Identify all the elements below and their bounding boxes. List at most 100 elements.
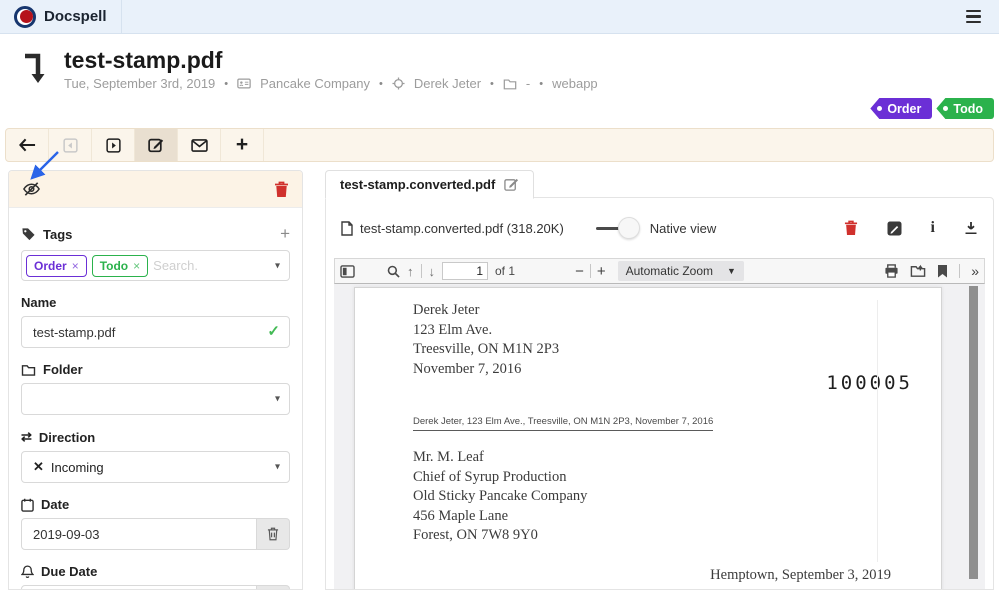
date-label: Date (21, 497, 290, 512)
tag-badge-label: Order (887, 102, 921, 116)
clear-date-trash-icon[interactable] (257, 518, 290, 550)
tag-pill-order[interactable]: Order× (26, 255, 87, 277)
name-field-wrap: ✓ (21, 316, 290, 348)
direction-select[interactable]: ✕ Incoming ▾ (21, 451, 290, 483)
brand-name: Docspell (44, 8, 107, 25)
info-icon[interactable]: i (931, 219, 935, 237)
attachment-file-link[interactable]: test-stamp.converted.pdf (318.20K) (341, 221, 564, 236)
tag-hole (943, 106, 948, 111)
download-icon[interactable] (964, 221, 978, 235)
zoom-level-select[interactable]: Automatic Zoom ▼ (618, 261, 744, 281)
tags-search-placeholder: Search. (153, 258, 198, 273)
back-button[interactable] (6, 129, 49, 161)
hamburger-menu-icon[interactable] (962, 6, 985, 27)
pdf-scrollbar[interactable] (969, 286, 978, 579)
letter-reference-line: Derek Jeter, 123 Elm Ave., Treesville, O… (413, 416, 713, 431)
saved-check-icon: ✓ (267, 322, 280, 340)
attachment-header: test-stamp.converted.pdf (318.20K) Nativ… (326, 198, 993, 258)
chevron-down-icon: ▾ (275, 394, 280, 405)
add-button[interactable]: + (221, 129, 264, 161)
pdf-viewer: ↑ ↓ of 1 − + Automatic Zoom (334, 258, 985, 589)
pdfjs-toolbar: ↑ ↓ of 1 − + Automatic Zoom (334, 258, 985, 284)
print-icon[interactable] (884, 264, 899, 278)
item-toolbar: + (5, 128, 994, 162)
file-icon (341, 221, 353, 236)
edit-panel-body: Tags + Order× Todo× Search. ▾ Name (9, 208, 302, 590)
tag-pill-todo[interactable]: Todo× (92, 255, 148, 277)
name-input[interactable] (21, 316, 290, 348)
separator-dot: • (379, 78, 383, 90)
clear-due-date-trash-icon[interactable] (257, 585, 290, 590)
zoom-in-icon[interactable]: + (597, 264, 606, 279)
separator-dot: • (539, 78, 543, 90)
search-icon[interactable] (387, 265, 400, 278)
next-item-button[interactable] (92, 129, 135, 161)
edit-button[interactable] (135, 129, 178, 161)
address-card-icon (237, 77, 251, 90)
remove-tag-icon[interactable]: × (133, 259, 140, 273)
tag-badge-order[interactable]: Order (870, 98, 932, 119)
letter-sender-block: Derek Jeter 123 Elm Ave. Treesville, ON … (413, 301, 559, 379)
pdf-canvas-area[interactable]: Derek Jeter 123 Elm Ave. Treesville, ON … (334, 284, 985, 589)
remove-tag-icon[interactable]: × (72, 259, 79, 273)
chevron-down-icon[interactable]: ▾ (275, 260, 280, 271)
page-count-label: of 1 (495, 264, 515, 278)
folder-value: - (526, 76, 530, 91)
item-date: Tue, September 3rd, 2019 (64, 76, 215, 91)
due-date-input[interactable] (21, 585, 257, 590)
source-name: webapp (552, 76, 598, 91)
more-tools-icon[interactable]: » (971, 263, 979, 279)
bookmark-icon[interactable] (937, 264, 948, 278)
tag-icon (21, 227, 36, 241)
attachment-tabs: test-stamp.converted.pdf (325, 170, 994, 198)
docspell-app: Docspell test-stamp.pdf Tue, September 3… (0, 0, 999, 600)
sidebar-toggle-icon[interactable] (340, 265, 355, 278)
clear-x-icon[interactable]: ✕ (33, 459, 44, 475)
page-number-input[interactable] (442, 262, 488, 280)
mail-button[interactable] (178, 129, 221, 161)
attachment-tab-label: test-stamp.converted.pdf (340, 177, 495, 192)
letter-recipient-block: Mr. M. Leaf Chief of Syrup Production Ol… (413, 448, 587, 546)
top-navbar: Docspell (0, 0, 999, 34)
page-up-icon[interactable]: ↑ (407, 264, 414, 279)
open-file-icon[interactable] (910, 264, 926, 278)
attachment-tab[interactable]: test-stamp.converted.pdf (325, 170, 534, 199)
due-date-field-group (21, 585, 290, 590)
brand[interactable]: Docspell (0, 0, 122, 33)
zoom-out-icon[interactable]: − (575, 264, 584, 279)
item-meta: Tue, September 3rd, 2019 • Pancake Compa… (64, 76, 598, 91)
tag-badge-label: Todo (953, 102, 983, 116)
bell-icon (21, 565, 34, 579)
fold-mark (877, 300, 878, 562)
tags-multiselect[interactable]: Order× Todo× Search. ▾ (21, 250, 290, 281)
edit-panel: Tags + Order× Todo× Search. ▾ Name (8, 170, 303, 590)
page-title: test-stamp.pdf (64, 47, 598, 73)
date-input[interactable] (21, 518, 257, 550)
delete-attachment-trash-icon[interactable] (844, 220, 858, 236)
stamp-number: 100005 (826, 372, 913, 394)
name-label: Name (21, 295, 290, 310)
tags-section-label: Tags + (21, 224, 290, 244)
tag-badge-todo[interactable]: Todo (936, 98, 994, 119)
correspondent-name: Pancake Company (260, 76, 370, 91)
hide-panel-eye-slash-icon[interactable] (22, 181, 41, 197)
tag-badges: Order Todo (0, 91, 999, 121)
folder-select[interactable]: ▾ (21, 383, 290, 415)
exchange-icon: ⇄ (21, 429, 32, 445)
separator-dot: • (490, 78, 494, 90)
rename-pencil-icon[interactable] (504, 177, 519, 192)
delete-item-trash-icon[interactable] (274, 181, 289, 198)
chevron-down-icon: ▾ (275, 462, 280, 473)
letter-date-line: Hemptown, September 3, 2019 (710, 567, 891, 584)
pdf-page: Derek Jeter 123 Elm Ave. Treesville, ON … (354, 287, 942, 589)
add-tag-plus-icon[interactable]: + (280, 224, 290, 244)
page-down-icon[interactable]: ↓ (429, 264, 436, 279)
level-down-icon (20, 51, 48, 85)
edit-extracted-data-icon[interactable] (887, 221, 902, 236)
docspell-logo-icon (14, 6, 36, 28)
crosshairs-icon (392, 77, 405, 90)
native-view-toggle[interactable] (594, 217, 640, 239)
separator-dot: • (224, 78, 228, 90)
attachment-panel: test-stamp.converted.pdf (318.20K) Nativ… (325, 197, 994, 590)
attachment-column: test-stamp.converted.pdf test-stamp.conv… (325, 170, 994, 590)
